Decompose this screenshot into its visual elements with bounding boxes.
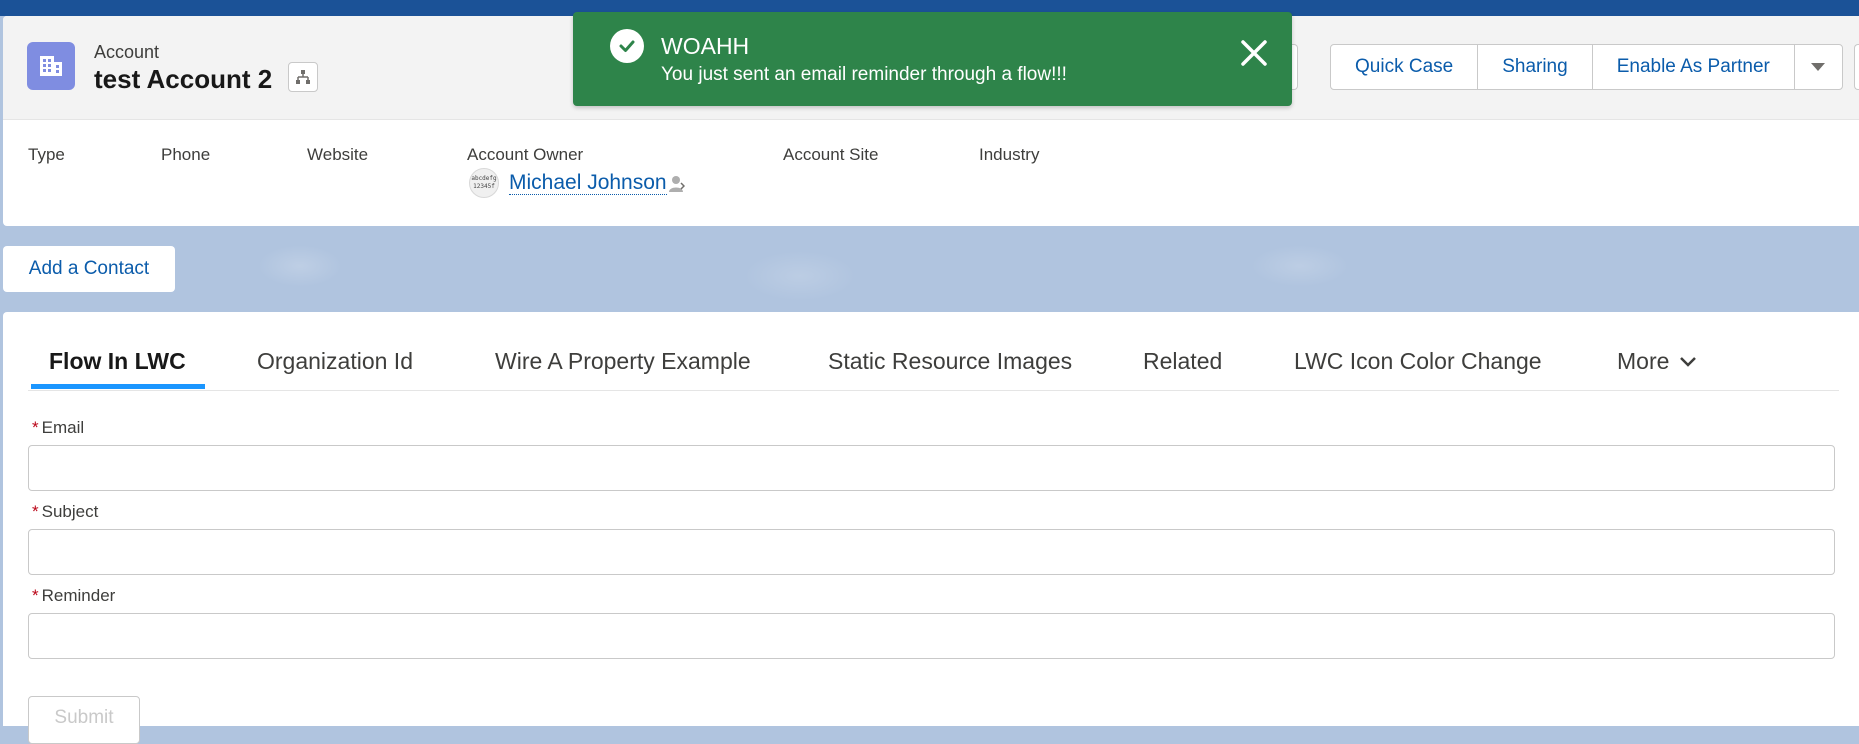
tab-bar: Flow In LWC Organization Id Wire A Prope… [28,312,1839,391]
toast-close-button[interactable] [1237,36,1271,70]
add-contact-button[interactable]: Add a Contact [3,246,175,292]
field-label-type: Type [28,145,65,164]
required-marker: * [32,418,39,437]
object-label: Account [94,42,160,62]
hierarchy-icon [296,70,310,84]
tab-flow-in-lwc[interactable]: Flow In LWC [49,348,186,375]
account-owner-link[interactable]: Michael Johnson [509,172,667,195]
tab-static-resource-images[interactable]: Static Resource Images [828,348,1072,375]
close-icon [1241,40,1267,66]
required-marker: * [32,586,39,605]
success-toast: WOAHH You just sent an email reminder th… [573,12,1292,106]
chevron-down-icon [1811,63,1826,71]
field-label-website: Website [307,145,369,164]
required-marker: * [32,502,39,521]
toast-message: You just sent an email reminder through … [661,64,1067,85]
success-check-icon [610,29,644,63]
field-label-phone: Phone [161,145,211,164]
enable-as-partner-button[interactable]: Enable As Partner [1593,45,1795,89]
active-tab-indicator [31,384,205,389]
quick-case-button[interactable]: Quick Case [1331,45,1479,89]
field-label-industry: Industry [979,145,1040,164]
field-label-account-owner: Account Owner [467,145,584,164]
record-actions: Quick Case Sharing Enable As Partner [1330,44,1843,90]
email-label: * Email [32,418,85,437]
tab-more-label: More [1617,348,1670,374]
reminder-field[interactable] [28,613,1835,659]
chevron-down-icon [1680,356,1697,367]
record-title: test Account 2 [94,64,273,94]
utility-edge [1854,44,1859,90]
toast-title: WOAHH [661,33,750,59]
view-hierarchy-button[interactable] [288,62,318,92]
tab-wire-a-property-example[interactable]: Wire A Property Example [495,348,751,375]
sharing-button[interactable]: Sharing [1478,45,1593,89]
tab-more[interactable]: More [1617,348,1697,375]
subject-field[interactable] [28,529,1835,575]
change-owner-icon [669,176,686,192]
more-actions-button[interactable] [1795,45,1842,89]
submit-button[interactable]: Submit [28,696,140,744]
avatar: abcdefg 12345f [469,168,499,198]
reminder-label: * Reminder [32,586,116,605]
change-owner-button[interactable] [669,175,686,198]
account-object-icon [27,42,75,90]
tab-related[interactable]: Related [1143,348,1222,375]
tab-lwc-icon-color-change[interactable]: LWC Icon Color Change [1294,348,1542,375]
tab-organization-id[interactable]: Organization Id [257,348,413,375]
subject-label: * Subject [32,502,99,521]
field-label-account-site: Account Site [783,145,879,164]
flow-card: Flow In LWC Organization Id Wire A Prope… [3,312,1859,744]
background-pattern [0,226,1859,312]
email-field[interactable] [28,445,1835,491]
